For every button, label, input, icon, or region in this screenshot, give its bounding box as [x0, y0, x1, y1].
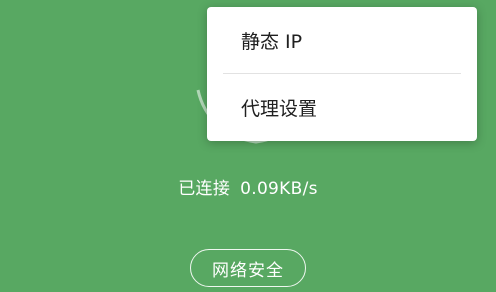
connection-state-label: 已连接 — [178, 179, 231, 199]
menu-item-static-ip[interactable]: 静态 IP — [207, 7, 477, 73]
network-security-label: 网络安全 — [212, 260, 284, 281]
menu-item-static-ip-label: 静态 IP — [241, 30, 303, 53]
menu-item-proxy-settings[interactable]: 代理设置 — [207, 74, 477, 140]
network-security-button[interactable]: 网络安全 — [190, 249, 306, 287]
overflow-menu: 静态 IP 代理设置 — [207, 7, 477, 141]
connection-speed-value: 0.09KB/s — [240, 179, 318, 199]
menu-item-proxy-settings-label: 代理设置 — [241, 97, 318, 120]
wifi-detail-screen: 已连接 0.09KB/s 网络安全 静态 IP 代理设置 — [0, 0, 496, 292]
connection-status: 已连接 0.09KB/s — [0, 174, 496, 199]
